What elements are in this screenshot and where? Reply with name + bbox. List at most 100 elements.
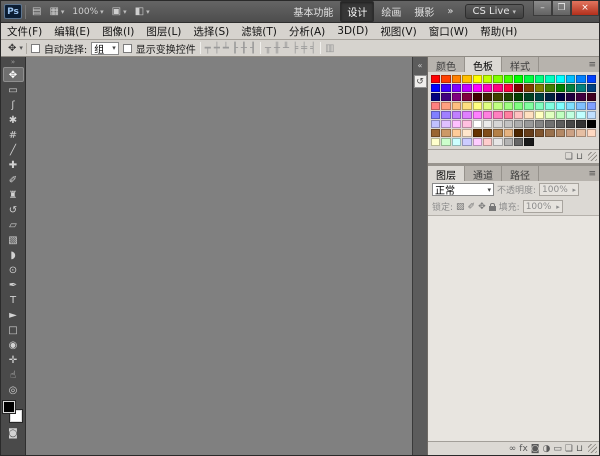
adjustment-layer-button[interactable]: ◑	[543, 443, 551, 455]
swatch[interactable]	[524, 84, 533, 92]
clone-stamp-tool[interactable]: ♜	[3, 187, 24, 202]
titlebar-view-extras-button[interactable]: ▦▾	[46, 5, 67, 18]
swatch[interactable]	[441, 93, 450, 101]
rectangle-shape-tool[interactable]: □	[3, 322, 24, 337]
swatch[interactable]	[431, 75, 440, 83]
swatch[interactable]	[535, 75, 544, 83]
align-top-edges-button[interactable]: ┯	[205, 41, 211, 56]
swatch[interactable]	[452, 111, 461, 119]
swatch[interactable]	[576, 93, 585, 101]
swatch[interactable]	[452, 138, 461, 146]
menu-view[interactable]: 视图(V)	[374, 23, 422, 40]
swatch[interactable]	[483, 93, 492, 101]
delete-layer-button[interactable]: ⊔	[576, 443, 583, 455]
swatch[interactable]	[504, 111, 513, 119]
swatch[interactable]	[504, 129, 513, 137]
eraser-tool[interactable]: ▱	[3, 217, 24, 232]
path-selection-tool[interactable]: ►	[3, 307, 24, 322]
menu-help[interactable]: 帮助(H)	[474, 23, 523, 40]
swatch[interactable]	[556, 111, 565, 119]
swatch[interactable]	[566, 120, 575, 128]
lock-image-pixels-button[interactable]: ✐	[468, 201, 476, 213]
swatch[interactable]	[566, 93, 575, 101]
swatch[interactable]	[504, 75, 513, 83]
minimize-button[interactable]: –	[533, 1, 552, 16]
brush-tool[interactable]: ✐	[3, 172, 24, 187]
swatch[interactable]	[441, 102, 450, 110]
swatch[interactable]	[483, 84, 492, 92]
swatch[interactable]	[514, 138, 523, 146]
swatch[interactable]	[462, 93, 471, 101]
resize-grip[interactable]	[588, 444, 597, 453]
swatch[interactable]	[504, 138, 513, 146]
restore-button[interactable]: ❐	[552, 1, 571, 16]
3d-object-rotate-tool[interactable]: ◉	[3, 337, 24, 352]
workspace-essentials-button[interactable]: 基本功能	[287, 2, 339, 21]
workspace-design-button[interactable]: 设计	[340, 1, 374, 22]
menu-select[interactable]: 选择(S)	[187, 23, 235, 40]
opacity-field[interactable]: 100% ▸	[539, 183, 579, 196]
titlebar-arrange-documents-button[interactable]: ▣▾	[109, 5, 130, 18]
new-group-button[interactable]: ▭	[553, 443, 562, 455]
distribute-vertical-centers-button[interactable]: ╫	[274, 41, 280, 56]
swatch[interactable]	[587, 129, 596, 137]
titlebar-zoom-level-button[interactable]: 100%▾	[69, 6, 106, 18]
swatch[interactable]	[452, 75, 461, 83]
swatch[interactable]	[514, 84, 523, 92]
swatch[interactable]	[587, 93, 596, 101]
delete-swatch-button[interactable]: ⊔	[576, 151, 583, 163]
swatch[interactable]	[483, 129, 492, 137]
swatch[interactable]	[514, 129, 523, 137]
swatch[interactable]	[545, 93, 554, 101]
swatch[interactable]	[493, 129, 502, 137]
swatch[interactable]	[545, 129, 554, 137]
type-tool[interactable]: T	[3, 292, 24, 307]
swatch[interactable]	[587, 75, 596, 83]
swatch[interactable]	[483, 102, 492, 110]
swatch[interactable]	[514, 120, 523, 128]
swatch[interactable]	[535, 120, 544, 128]
swatch[interactable]	[587, 102, 596, 110]
hand-tool[interactable]: ☝	[3, 367, 24, 382]
workspace-painting-button[interactable]: 绘画	[375, 2, 407, 21]
distribute-bottom-edges-button[interactable]: ╨	[283, 41, 289, 56]
swatch[interactable]	[441, 75, 450, 83]
zoom-tool[interactable]: ◎	[3, 382, 24, 397]
swatch[interactable]	[493, 93, 502, 101]
swatch[interactable]	[576, 120, 585, 128]
panel-menu-icon[interactable]: ≡	[588, 60, 596, 70]
tab-styles[interactable]: 样式	[502, 57, 539, 72]
swatch[interactable]	[493, 75, 502, 83]
swatch[interactable]	[556, 102, 565, 110]
swatch[interactable]	[431, 93, 440, 101]
swatch[interactable]	[452, 102, 461, 110]
swatch[interactable]	[524, 111, 533, 119]
titlebar-bridge-button[interactable]: ▤	[29, 5, 44, 18]
swatch[interactable]	[441, 129, 450, 137]
swatch[interactable]	[576, 111, 585, 119]
cs-live-button[interactable]: CS Live ▾	[465, 4, 524, 19]
swatch[interactable]	[441, 138, 450, 146]
menu-analysis[interactable]: 分析(A)	[283, 23, 331, 40]
swatch[interactable]	[473, 102, 482, 110]
resize-grip[interactable]	[588, 152, 597, 161]
swatch[interactable]	[576, 75, 585, 83]
pen-tool[interactable]: ✒	[3, 277, 24, 292]
swatch[interactable]	[483, 75, 492, 83]
swatch[interactable]	[535, 111, 544, 119]
swatch[interactable]	[566, 129, 575, 137]
swatch[interactable]	[431, 111, 440, 119]
swatch[interactable]	[483, 111, 492, 119]
swatch[interactable]	[504, 120, 513, 128]
swatch[interactable]	[545, 102, 554, 110]
swatch[interactable]	[535, 84, 544, 92]
blend-mode-select[interactable]: 正常 ▾	[432, 183, 494, 196]
swatch[interactable]	[524, 75, 533, 83]
swatch[interactable]	[431, 138, 440, 146]
align-bottom-edges-button[interactable]: ┷	[223, 41, 229, 56]
new-swatch-button[interactable]: ❏	[565, 151, 573, 163]
swatch[interactable]	[452, 120, 461, 128]
distribute-left-edges-button[interactable]: ╞	[292, 41, 298, 56]
menu-image[interactable]: 图像(I)	[96, 23, 140, 40]
swatch[interactable]	[493, 84, 502, 92]
